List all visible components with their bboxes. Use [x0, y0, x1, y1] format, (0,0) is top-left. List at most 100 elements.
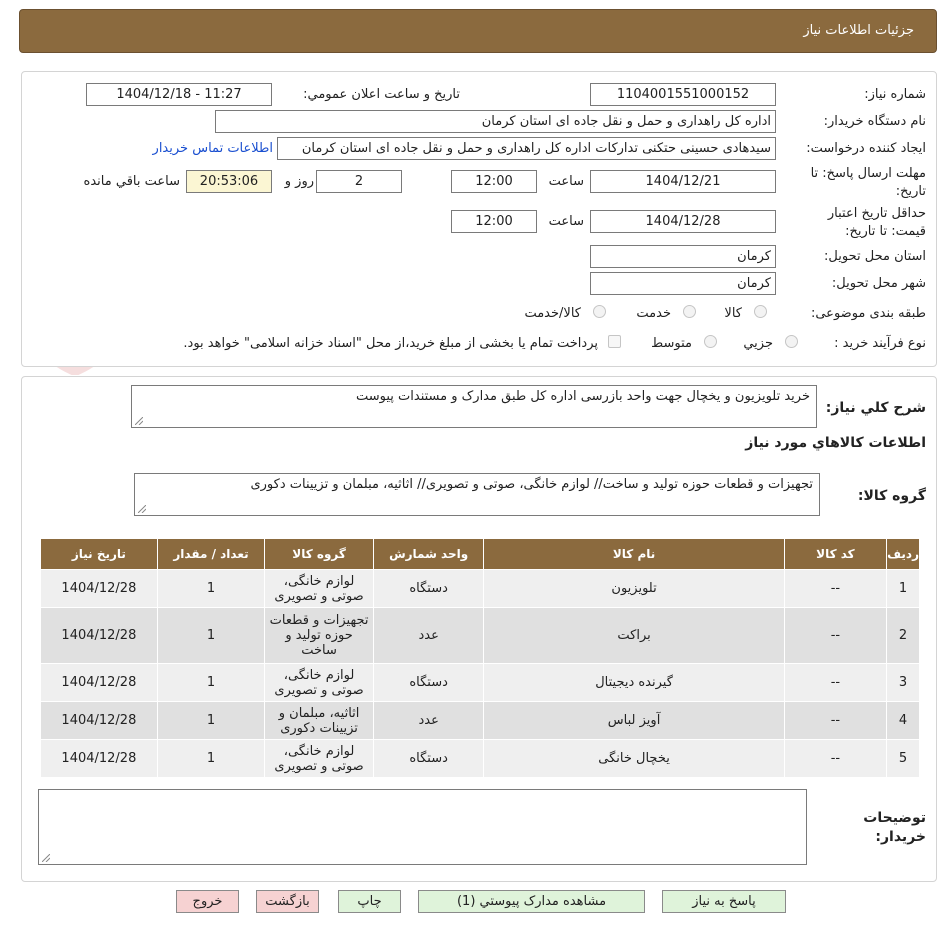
description-label: شرح کلي نیاز:	[825, 400, 926, 416]
cell-row-num: 3	[886, 663, 920, 702]
items-section-title: اطلاعات کالاهاي مورد نیاز	[745, 435, 926, 451]
announce-label: تاریخ و ساعت اعلان عمومي:	[303, 87, 460, 102]
category-radio-service[interactable]	[683, 305, 696, 318]
resize-grip-icon[interactable]	[42, 854, 50, 862]
reply-button[interactable]: پاسخ به نیاز	[662, 890, 786, 913]
treasury-checkbox[interactable]	[608, 335, 621, 348]
cell-unit: دستگاه	[372, 569, 485, 608]
table-row[interactable]: 4 -- آویز لباس عدد اثاثیه، مبلمان و تزیی…	[40, 701, 920, 740]
cell-group: تجهیزات و قطعات حوزه تولید و ساخت	[264, 607, 374, 664]
print-button[interactable]: چاپ	[338, 890, 401, 913]
table-header-row: ردیف کد کالا نام کالا واحد شمارش گروه کا…	[40, 538, 920, 570]
category-label: طبقه بندی موضوعی:	[810, 306, 926, 321]
category-option-goods: کالا	[724, 306, 742, 321]
table-row[interactable]: 5 -- یخچال خانگی دستگاه لوازم خانگی، صوت…	[40, 739, 920, 778]
cell-date: 1404/12/28	[40, 607, 158, 664]
reply-time-label: ساعت	[548, 174, 584, 189]
cell-qty: 1	[156, 739, 266, 778]
back-button[interactable]: بازگشت	[256, 890, 319, 913]
col-header-date: تاریخ نیاز	[40, 538, 158, 570]
cell-name: آویز لباس	[483, 701, 785, 740]
cell-name: تلویزیون	[483, 569, 785, 608]
cell-code: --	[783, 701, 888, 740]
buyer-notes-label: توضیحات	[863, 810, 926, 826]
cell-qty: 1	[156, 607, 266, 664]
validity-date-field[interactable]: 1404/12/28	[590, 210, 776, 233]
view-attachments-button[interactable]: مشاهده مدارک پیوستي (1)	[418, 890, 645, 913]
category-option-service: خدمت	[636, 306, 671, 321]
buyer-notes-label-2: خریدار:	[875, 829, 926, 845]
process-option-medium: متوسط	[651, 336, 692, 351]
exit-button[interactable]: خروج	[176, 890, 239, 913]
process-option-minor: جزیي	[743, 336, 773, 351]
validity-time-label: ساعت	[548, 214, 584, 229]
days-field[interactable]: 2	[316, 170, 402, 193]
description-textarea[interactable]: خرید تلویزیون و یخچال جهت واحد بازرسی اد…	[131, 385, 817, 428]
cell-unit: عدد	[372, 607, 485, 664]
requester-field[interactable]: سیدهادی حسینی حتکنی تدارکات اداره کل راه…	[277, 137, 776, 160]
cell-code: --	[783, 607, 888, 664]
city-label: شهر محل تحویل:	[831, 276, 926, 291]
goods-group-textarea[interactable]: تجهیزات و قطعات حوزه تولید و ساخت// لواز…	[134, 473, 820, 516]
col-header-code: کد کالا	[783, 538, 888, 570]
category-option-both: کالا/خدمت	[524, 306, 581, 321]
cell-date: 1404/12/28	[40, 701, 158, 740]
cell-date: 1404/12/28	[40, 739, 158, 778]
reply-deadline-label: مهلت ارسال پاسخ: تا	[810, 166, 926, 181]
page-header: جزئیات اطلاعات نیاز	[19, 9, 937, 53]
col-header-unit: واحد شمارش	[372, 538, 485, 570]
cell-code: --	[783, 739, 888, 778]
need-number-field[interactable]: 1104001551000152	[590, 83, 776, 106]
category-radio-both[interactable]	[593, 305, 606, 318]
cell-qty: 1	[156, 701, 266, 740]
cell-row-num: 1	[886, 569, 920, 608]
buyer-org-field[interactable]: اداره کل راهداری و حمل و نقل جاده ای است…	[215, 110, 776, 133]
cell-code: --	[783, 663, 888, 702]
city-field[interactable]: کرمان	[590, 272, 776, 295]
buyer-org-label: نام دستگاه خریدار:	[823, 114, 926, 129]
cell-name: براکت	[483, 607, 785, 664]
table-row[interactable]: 3 -- گیرنده دیجیتال دستگاه لوازم خانگی، …	[40, 663, 920, 702]
cell-unit: دستگاه	[372, 663, 485, 702]
requester-label: ایجاد کننده درخواست:	[806, 141, 926, 156]
cell-date: 1404/12/28	[40, 663, 158, 702]
cell-name: گیرنده دیجیتال	[483, 663, 785, 702]
validity-time-field[interactable]: 12:00	[451, 210, 537, 233]
province-label: استان محل تحویل:	[824, 249, 926, 264]
buyer-contact-link[interactable]: اطلاعات تماس خریدار	[153, 141, 273, 156]
cell-group: اثاثیه، مبلمان و تزیینات دکوری	[264, 701, 374, 740]
validity-label-2: قیمت: تا تاریخ:	[845, 224, 926, 239]
page-title: جزئیات اطلاعات نیاز	[803, 23, 914, 38]
process-radio-minor[interactable]	[785, 335, 798, 348]
description-text: خرید تلویزیون و یخچال جهت واحد بازرسی اد…	[355, 389, 810, 404]
province-field[interactable]: کرمان	[590, 245, 776, 268]
payment-note: پرداخت تمام یا بخشی از مبلغ خرید،از محل …	[183, 336, 598, 351]
category-radio-goods[interactable]	[754, 305, 767, 318]
process-radio-medium[interactable]	[704, 335, 717, 348]
announce-field[interactable]: 1404/12/18 - 11:27	[86, 83, 272, 106]
cell-date: 1404/12/28	[40, 569, 158, 608]
reply-date-field[interactable]: 1404/12/21	[590, 170, 776, 193]
cell-qty: 1	[156, 569, 266, 608]
col-header-group: گروه کالا	[264, 538, 374, 570]
reply-time-field[interactable]: 12:00	[451, 170, 537, 193]
process-label: نوع فرآیند خرید :	[834, 336, 926, 351]
cell-row-num: 5	[886, 739, 920, 778]
validity-label: حداقل تاریخ اعتبار	[827, 206, 926, 221]
resize-grip-icon[interactable]	[135, 417, 143, 425]
cell-row-num: 4	[886, 701, 920, 740]
cell-name: یخچال خانگی	[483, 739, 785, 778]
reply-deadline-label-2: تاریخ:	[895, 184, 926, 199]
goods-group-text: تجهیزات و قطعات حوزه تولید و ساخت// لواز…	[250, 477, 813, 492]
table-row[interactable]: 2 -- براکت عدد تجهیزات و قطعات حوزه تولی…	[40, 607, 920, 664]
cell-group: لوازم خانگی، صوتی و تصویری	[264, 663, 374, 702]
cell-unit: دستگاه	[372, 739, 485, 778]
resize-grip-icon[interactable]	[138, 505, 146, 513]
remaining-label: ساعت باقي مانده	[83, 174, 180, 189]
days-label: روز و	[284, 174, 314, 189]
cell-row-num: 2	[886, 607, 920, 664]
col-header-qty: تعداد / مقدار	[156, 538, 266, 570]
cell-unit: عدد	[372, 701, 485, 740]
table-row[interactable]: 1 -- تلویزیون دستگاه لوازم خانگی، صوتی و…	[40, 569, 920, 608]
buyer-notes-textarea[interactable]	[38, 789, 807, 865]
